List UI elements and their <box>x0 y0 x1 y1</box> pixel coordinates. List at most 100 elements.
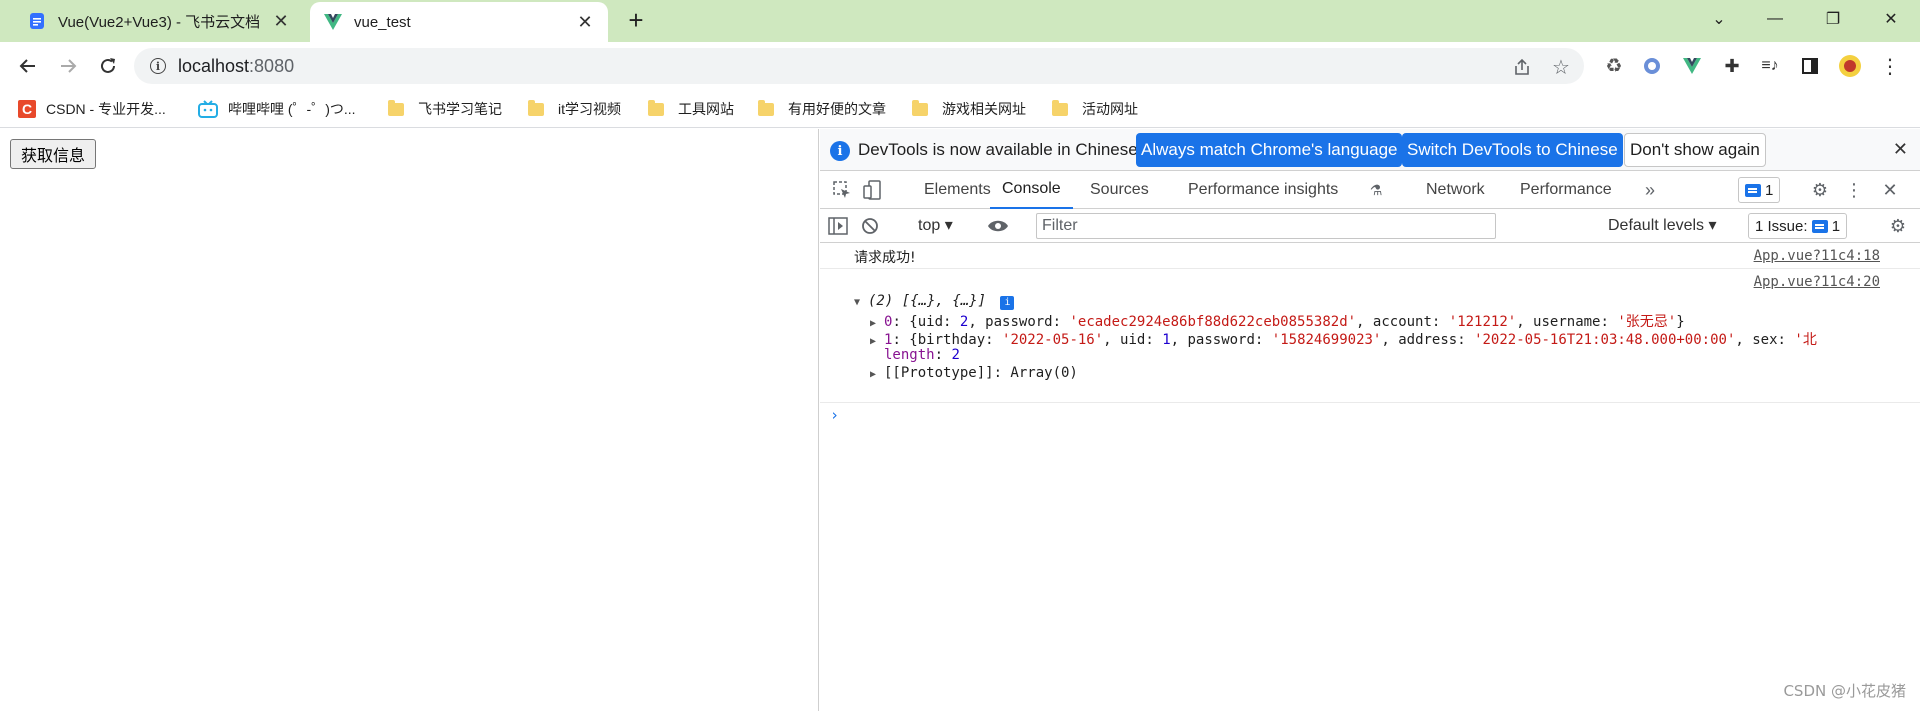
devtools-tab-bar: Elements Console Sources Performance ins… <box>820 171 1920 209</box>
arrow-right-icon <box>61 59 77 73</box>
vue-logo-icon <box>324 14 342 30</box>
tab-sources[interactable]: Sources <box>1082 171 1157 209</box>
infobar-message: DevTools is now available in Chinese! <box>858 140 1143 159</box>
side-panel-icon[interactable] <box>1794 50 1826 82</box>
log-text: 请求成功! <box>854 250 916 266</box>
folder-icon <box>388 99 404 116</box>
url-text: localhost:8080 <box>178 56 295 76</box>
console-filter-input[interactable]: Filter <box>1036 213 1496 239</box>
folder-icon <box>648 99 664 116</box>
share-icon[interactable] <box>1511 56 1533 78</box>
language-infobar: i DevTools is now available in Chinese! … <box>820 129 1920 171</box>
close-icon[interactable]: ✕ <box>268 8 294 34</box>
flask-icon: ⚗ <box>1369 181 1383 198</box>
tab-vue-test[interactable]: vue_test ✕ <box>310 2 608 42</box>
always-match-language-button[interactable]: Always match Chrome's language <box>1136 133 1403 167</box>
tab-elements[interactable]: Elements <box>916 171 999 209</box>
window-close-button[interactable]: ✕ <box>1868 0 1914 38</box>
back-button[interactable] <box>12 50 44 82</box>
folder-icon <box>1052 99 1068 116</box>
console-settings-gear-icon[interactable]: ⚙ <box>1886 214 1910 238</box>
array-length: length: 2 <box>884 347 960 363</box>
edge-extension-icon[interactable] <box>1636 50 1668 82</box>
doc-icon <box>30 13 44 29</box>
tab-performance-insights[interactable]: Performance insights <box>1180 171 1346 209</box>
tab-feishu-doc[interactable]: Vue(Vue2+Vue3) - 飞书云文档 ✕ <box>14 0 304 42</box>
bookmark-events[interactable]: 活动网址 <box>1052 96 1138 122</box>
media-controls-icon[interactable]: ≡♪ <box>1754 50 1786 82</box>
bookmark-tools[interactable]: 工具网站 <box>648 96 734 122</box>
close-devtools-icon[interactable]: ✕ <box>1878 178 1902 202</box>
tab-title: vue_test <box>354 13 411 31</box>
close-icon[interactable]: ✕ <box>1893 139 1908 160</box>
bookmark-star-icon[interactable]: ☆ <box>1550 56 1572 79</box>
console-toolbar: top ▾ Filter Default levels ▾ 1 Issue: 1… <box>820 209 1920 243</box>
tab-strip: Vue(Vue2+Vue3) - 飞书云文档 ✕ vue_test ✕ + ⌄ … <box>0 0 1920 42</box>
info-icon: i <box>830 141 850 161</box>
bookmark-it-videos[interactable]: it学习视频 <box>528 96 621 122</box>
minimize-button[interactable]: — <box>1752 0 1798 38</box>
watermark: CSDN @小花皮猪 <box>1783 682 1906 700</box>
get-info-button[interactable]: 获取信息 <box>10 139 96 169</box>
tab-console[interactable]: Console <box>990 171 1073 209</box>
close-icon[interactable]: ✕ <box>572 9 598 35</box>
messages-badge[interactable]: 1 <box>1738 177 1781 203</box>
source-link[interactable]: App.vue?11c4:18 <box>1754 248 1880 264</box>
recycle-extension-icon[interactable]: ♻ <box>1598 50 1630 82</box>
browser-toolbar: i localhost:8080 ☆ ♻ ✚ ≡♪ ⋮ <box>0 42 1920 90</box>
array-item-1[interactable]: ▶ 1: {birthday: '2022-05-16', uid: 1, pas… <box>870 329 1817 349</box>
console-message: App.vue?11c4:20 ▼ (2) [{…}, {…}] i ▶ 0: {u… <box>820 269 1920 403</box>
console-output: 请求成功! App.vue?11c4:18 App.vue?11c4:20 ▼(… <box>820 243 1920 427</box>
tab-network[interactable]: Network <box>1418 171 1493 209</box>
prompt-chevron-icon: › <box>830 406 840 424</box>
bilibili-icon <box>198 100 218 118</box>
vue-devtools-icon[interactable] <box>1676 50 1708 82</box>
avatar[interactable] <box>1834 50 1866 82</box>
array-prototype[interactable]: ▶ [[Prototype]]: Array(0) <box>870 365 1078 381</box>
array-summary[interactable]: ▼ (2) [{…}, {…}] i <box>854 293 1015 310</box>
console-prompt[interactable]: › <box>820 403 1920 427</box>
device-toolbar-icon[interactable] <box>860 178 884 202</box>
tab-search-icon[interactable]: ⌄ <box>1696 0 1742 38</box>
puzzle-extensions-icon[interactable]: ✚ <box>1716 50 1748 82</box>
menu-kebab-icon[interactable]: ⋮ <box>1874 50 1906 82</box>
forward-button[interactable] <box>52 50 84 82</box>
live-expression-eye-icon[interactable] <box>986 214 1010 238</box>
folder-icon <box>758 99 774 116</box>
site-info-icon[interactable]: i <box>150 58 166 74</box>
address-bar[interactable]: i localhost:8080 ☆ <box>134 48 1584 84</box>
reload-icon <box>101 58 115 73</box>
reload-button[interactable] <box>92 50 124 82</box>
clear-console-icon[interactable] <box>858 214 882 238</box>
arrow-left-icon <box>19 59 35 73</box>
csdn-icon: C <box>18 100 36 118</box>
bookmark-feishu-notes[interactable]: 飞书学习笔记 <box>388 96 502 122</box>
log-levels-dropdown[interactable]: Default levels ▾ <box>1608 215 1717 235</box>
dont-show-again-button[interactable]: Don't show again <box>1624 133 1766 167</box>
inspect-element-icon[interactable] <box>830 178 854 202</box>
tab-performance[interactable]: Performance <box>1512 171 1620 209</box>
message-icon <box>1745 183 1761 197</box>
bookmark-articles[interactable]: 有用好便的文章 <box>758 96 886 122</box>
tab-title: Vue(Vue2+Vue3) - 飞书云文档 <box>58 13 261 31</box>
context-selector[interactable]: top ▾ <box>918 215 953 235</box>
switch-to-chinese-button[interactable]: Switch DevTools to Chinese <box>1402 133 1623 167</box>
devtools-menu-icon[interactable]: ⋮ <box>1842 178 1866 202</box>
page-viewport: 获取信息 <box>0 129 819 711</box>
restore-button[interactable]: ❐ <box>1810 0 1856 38</box>
more-tabs-icon[interactable]: » <box>1638 178 1662 202</box>
source-link[interactable]: App.vue?11c4:20 <box>1754 274 1880 290</box>
sidebar-toggle-icon[interactable] <box>826 214 850 238</box>
bookmark-games[interactable]: 游戏相关网址 <box>912 96 1026 122</box>
bookmark-csdn[interactable]: C CSDN - 专业开发... <box>18 96 166 122</box>
bookmarks-bar: C CSDN - 专业开发... 哔哩哔哩 (゜-゜)つ... 飞书学习笔记 i… <box>0 90 1920 128</box>
devtools-panel: i DevTools is now available in Chinese! … <box>820 129 1920 711</box>
folder-icon <box>912 99 928 116</box>
settings-gear-icon[interactable]: ⚙ <box>1808 178 1832 202</box>
console-message: 请求成功! App.vue?11c4:18 <box>820 243 1920 269</box>
new-tab-button[interactable]: + <box>622 5 650 35</box>
array-item-0[interactable]: ▶ 0: {uid: 2, password: 'ecadec2924e86bf8… <box>870 311 1685 331</box>
bookmark-bilibili[interactable]: 哔哩哔哩 (゜-゜)つ... <box>198 96 356 122</box>
issues-badge[interactable]: 1 Issue: 1 <box>1748 213 1848 239</box>
message-icon <box>1811 219 1828 233</box>
